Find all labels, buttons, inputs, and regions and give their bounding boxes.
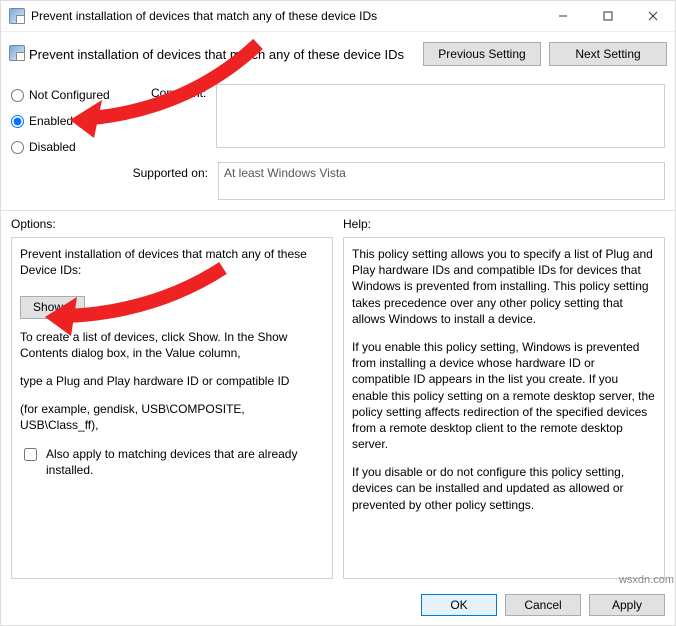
radio-not-configured[interactable]: Not Configured: [11, 88, 121, 102]
help-p2: If you enable this policy setting, Windo…: [352, 339, 656, 452]
next-setting-button[interactable]: Next Setting: [549, 42, 667, 66]
options-panel: Prevent installation of devices that mat…: [11, 237, 333, 579]
lower-panels: Options: Prevent installation of devices…: [1, 211, 675, 585]
supported-row: Supported on: At least Windows Vista: [1, 158, 675, 210]
close-button[interactable]: [630, 1, 675, 31]
radio-not-configured-input[interactable]: [11, 89, 24, 102]
supported-label: Supported on:: [11, 162, 218, 180]
supported-box: At least Windows Vista: [218, 162, 665, 200]
help-p1: This policy setting allows you to specif…: [352, 246, 656, 327]
help-p3: If you disable or do not configure this …: [352, 464, 656, 513]
options-column: Options: Prevent installation of devices…: [11, 217, 333, 579]
also-apply-row[interactable]: Also apply to matching devices that are …: [20, 446, 324, 478]
dialog-footer: OK Cancel Apply: [1, 585, 675, 625]
show-button[interactable]: Show...: [20, 296, 85, 318]
radio-enabled-input[interactable]: [11, 115, 24, 128]
header-row: Prevent installation of devices that mat…: [1, 32, 675, 84]
radio-enabled[interactable]: Enabled: [11, 114, 121, 128]
window-title: Prevent installation of devices that mat…: [31, 9, 540, 23]
radio-disabled[interactable]: Disabled: [11, 140, 121, 154]
apply-button[interactable]: Apply: [589, 594, 665, 616]
radio-disabled-input[interactable]: [11, 141, 24, 154]
previous-setting-button[interactable]: Previous Setting: [423, 42, 541, 66]
ok-button[interactable]: OK: [421, 594, 497, 616]
state-radios: Not Configured Enabled Disabled: [11, 84, 121, 154]
minimize-button[interactable]: [540, 1, 585, 31]
help-heading: Help:: [343, 217, 665, 231]
options-type-id: type a Plug and Play hardware ID or comp…: [20, 373, 324, 389]
comment-block: Comment:: [151, 84, 665, 154]
comment-input[interactable]: [216, 84, 665, 148]
help-column: Help: This policy setting allows you to …: [343, 217, 665, 579]
options-create-list: To create a list of devices, click Show.…: [20, 329, 324, 361]
radio-disabled-label: Disabled: [29, 140, 76, 154]
also-apply-checkbox[interactable]: [24, 448, 37, 461]
also-apply-label: Also apply to matching devices that are …: [46, 446, 324, 478]
policy-icon: [9, 45, 25, 64]
cancel-button[interactable]: Cancel: [505, 594, 581, 616]
options-heading: Options:: [11, 217, 333, 231]
titlebar: Prevent installation of devices that mat…: [1, 1, 675, 32]
state-section: Not Configured Enabled Disabled Comment:: [1, 84, 675, 158]
policy-title: Prevent installation of devices that mat…: [25, 47, 415, 62]
app-icon: [9, 8, 25, 24]
watermark: wsxdn.com: [619, 574, 674, 586]
maximize-button[interactable]: [585, 1, 630, 31]
help-panel: This policy setting allows you to specif…: [343, 237, 665, 579]
comment-label: Comment:: [151, 84, 206, 100]
options-intro: Prevent installation of devices that mat…: [20, 246, 324, 278]
radio-not-configured-label: Not Configured: [29, 88, 110, 102]
options-example: (for example, gendisk, USB\COMPOSITE, US…: [20, 401, 324, 433]
radio-enabled-label: Enabled: [29, 114, 73, 128]
